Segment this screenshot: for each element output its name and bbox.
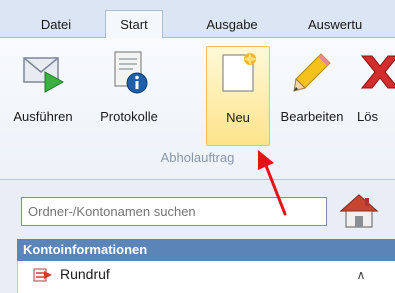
account-tree-list: Rundruf bbox=[17, 261, 395, 293]
tab-ausgabe[interactable]: Ausgabe bbox=[196, 14, 268, 38]
logs-label: Protokolle bbox=[100, 109, 158, 124]
delete-label: Lös bbox=[357, 109, 378, 124]
ribbon-tab-bar: Datei Start Ausgabe Auswertu bbox=[0, 0, 395, 39]
document-info-icon bbox=[114, 51, 148, 94]
new-label: Neu bbox=[226, 110, 250, 125]
pencil-icon bbox=[293, 53, 331, 92]
home-icon[interactable] bbox=[338, 191, 380, 231]
edit-button[interactable]: Bearbeiten bbox=[272, 46, 352, 146]
tab-auswertung[interactable]: Auswertu bbox=[302, 14, 395, 38]
list-item[interactable]: Rundruf bbox=[18, 263, 358, 287]
tab-datei[interactable]: Datei bbox=[28, 14, 84, 38]
delete-button[interactable]: Lös bbox=[354, 46, 395, 146]
new-document-icon bbox=[222, 52, 257, 92]
delete-x-icon bbox=[360, 55, 395, 89]
broadcast-icon bbox=[33, 268, 52, 282]
execute-label: Ausführen bbox=[13, 109, 73, 124]
section-header: Kontoinformationen bbox=[17, 239, 395, 261]
folder-account-search-input[interactable] bbox=[21, 197, 327, 226]
list-item-label: Rundruf bbox=[60, 266, 110, 282]
execute-button[interactable]: Ausführen bbox=[2, 46, 84, 146]
ribbon-group-label: Abholauftrag bbox=[160, 150, 235, 165]
edit-label: Bearbeiten bbox=[280, 109, 344, 124]
new-button[interactable]: Neu bbox=[206, 46, 270, 146]
scroll-up-arrow[interactable]: ∧ bbox=[350, 262, 372, 288]
ribbon-panel: Ausführen Protokolle Neu Bearbeiten Lös … bbox=[0, 38, 395, 180]
logs-button[interactable]: Protokolle bbox=[86, 46, 172, 146]
envelope-play-icon bbox=[23, 57, 65, 93]
tab-start[interactable]: Start bbox=[105, 10, 163, 39]
